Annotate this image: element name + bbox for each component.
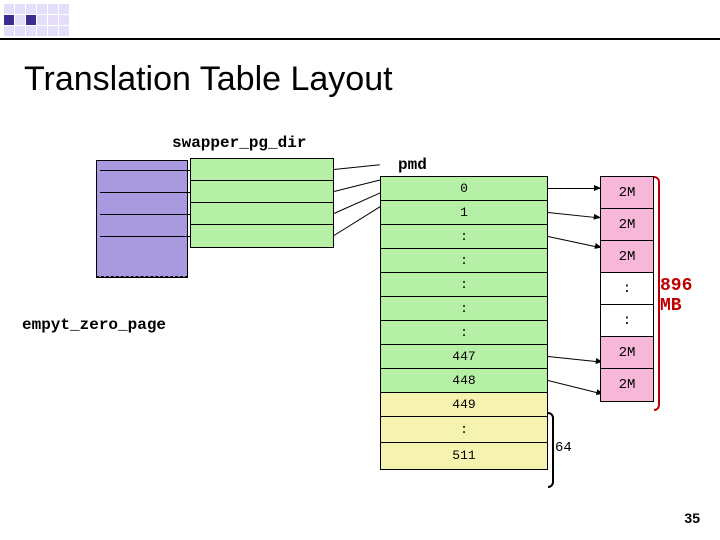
page-size-row: 2M [601, 209, 653, 241]
page-size-row: : [601, 273, 653, 305]
brace-64 [548, 412, 554, 488]
arrow [548, 236, 601, 248]
slide-decoration [4, 4, 69, 36]
page-size-row: : [601, 305, 653, 337]
swapper-entry [191, 159, 333, 181]
swapper-entry [191, 203, 333, 225]
pmd-row: 447 [381, 345, 547, 369]
arrow [548, 188, 600, 189]
total-mapped-label: 896 MB [660, 276, 692, 316]
pmd-row: 448 [381, 369, 547, 393]
mb-unit: MB [660, 296, 682, 316]
swapper-entries [190, 158, 334, 248]
pmd-row: 449 [381, 393, 547, 417]
empty-zero-page-label: empyt_zero_page [22, 316, 166, 334]
pmd-row: 1 [381, 201, 547, 225]
page-size-row: 2M [601, 369, 653, 401]
pmd-label: pmd [398, 156, 427, 174]
swapper-entry [191, 225, 333, 247]
page-size-row: 2M [601, 241, 653, 273]
pmd-row: : [381, 321, 547, 345]
swapper-entry [191, 181, 333, 203]
page-title: Translation Table Layout [24, 60, 393, 99]
arrow [334, 179, 381, 192]
swapper-pg-dir-label: swapper_pg_dir [172, 134, 306, 152]
mb-value: 896 [660, 276, 692, 296]
pmd-table: 0 1 : : : : : 447 448 449 : 511 [380, 176, 548, 470]
pmd-row: : [381, 249, 547, 273]
title-rule [0, 38, 720, 40]
pmd-row: 511 [381, 443, 547, 469]
arrow [548, 356, 602, 363]
swapper-dash [96, 276, 188, 277]
pmd-row: : [381, 273, 547, 297]
pmd-row: : [381, 297, 547, 321]
swapper-pg-dir-block [96, 160, 188, 278]
arrow [334, 164, 380, 170]
pmd-row: 0 [381, 177, 547, 201]
page-size-row: 2M [601, 177, 653, 209]
arrow [548, 380, 603, 395]
slide-number: 35 [684, 510, 700, 526]
page-size-row: 2M [601, 337, 653, 369]
pmd-row: : [381, 225, 547, 249]
pmd-row: : [381, 417, 547, 443]
page-size-table: 2M 2M 2M : : 2M 2M [600, 176, 654, 402]
unmapped-count-label: 64 [555, 440, 572, 456]
arrow [548, 212, 600, 218]
